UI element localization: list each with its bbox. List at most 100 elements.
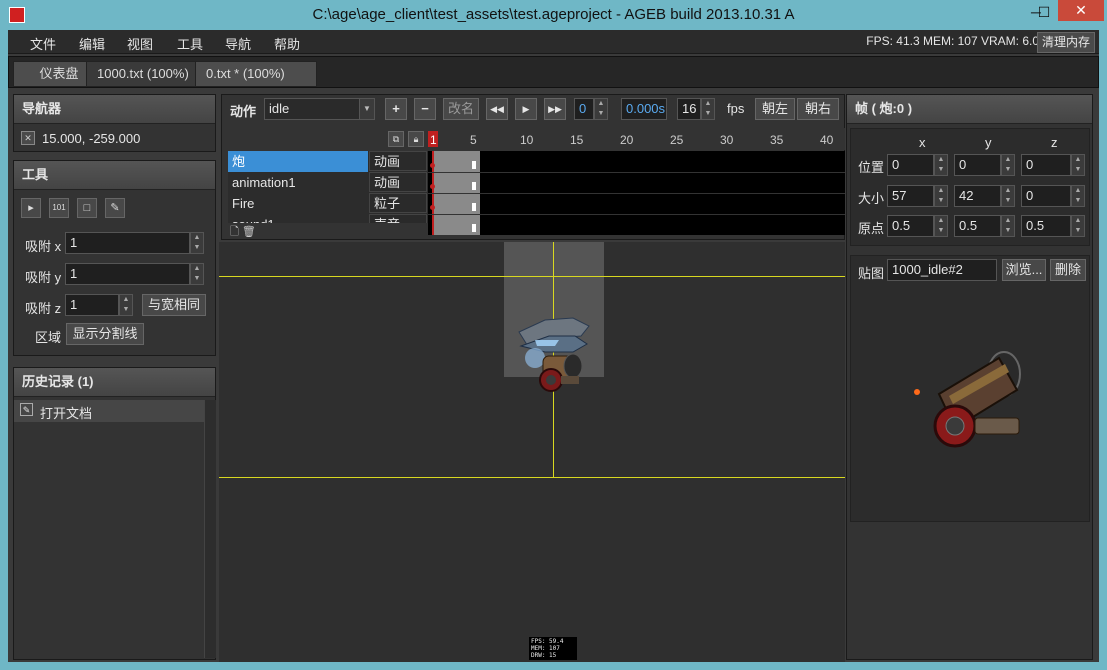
animation-select[interactable]: idle <box>264 98 360 120</box>
snap-y-stepper[interactable]: ▲ ▼ <box>190 263 204 285</box>
track-list: 炮 动画 animation1 动画 Fire 粒子 sound1 声音 <box>228 151 428 223</box>
snap-y-input[interactable]: 1 <box>65 263 190 285</box>
face-left-button[interactable]: 朝左 <box>755 98 795 120</box>
size-x-stepper[interactable]: ▲ ▼ <box>934 185 948 207</box>
position-label: 位置 <box>858 160 885 175</box>
list-item[interactable]: ✎ 打开文档 <box>14 400 204 422</box>
keyframe-area[interactable] <box>428 151 845 235</box>
size-z-input[interactable]: 0 <box>1021 185 1071 207</box>
rect-tool-icon[interactable]: □ <box>77 198 97 218</box>
origin-z-input[interactable]: 0.5 <box>1021 215 1071 237</box>
range-end[interactable] <box>472 161 476 169</box>
menu-tools[interactable]: 工具 <box>177 34 203 53</box>
copy-icon[interactable]: ⧉ <box>388 131 404 147</box>
grid-tool-icon[interactable]: 101 <box>49 198 69 218</box>
face-right-button[interactable]: 朝右 <box>797 98 839 120</box>
window-frame-bottom <box>0 662 1107 670</box>
range-end[interactable] <box>472 203 476 211</box>
snap-z-input[interactable]: 1 <box>65 294 119 316</box>
size-y-input[interactable]: 42 <box>954 185 1001 207</box>
transform-group: x y z 位置 0 ▲ ▼ 0 ▲ ▼ 0 ▲ ▼ 大小 57 ▲ ▼ 42 ▲ ▼ 0… <box>850 128 1090 246</box>
new-track-icon[interactable]: 🗋︎ <box>230 226 239 238</box>
origin-z-stepper[interactable]: ▲ ▼ <box>1071 215 1085 237</box>
navigator-coords: 15.000, -259.000 <box>42 131 141 146</box>
menu-view[interactable]: 视图 <box>127 34 153 53</box>
brush-tool-icon[interactable]: ✎ <box>105 198 125 218</box>
show-split-lines-button[interactable]: 显示分割线 <box>66 323 144 345</box>
history-title: 历史记录 (1) <box>14 368 215 397</box>
next-frame-icon[interactable]: ▶▶ <box>544 98 566 120</box>
remove-animation-button[interactable]: − <box>414 98 436 120</box>
track-type[interactable]: 动画 <box>369 172 427 192</box>
fps-stepper[interactable]: ▲ ▼ <box>701 98 715 120</box>
prev-frame-icon[interactable]: ◀◀ <box>486 98 508 120</box>
position-x-input[interactable]: 0 <box>887 154 934 176</box>
range-end[interactable] <box>472 182 476 190</box>
frame-stepper[interactable]: ▲ ▼ <box>594 98 608 120</box>
time-display: 0.000s <box>621 98 667 120</box>
position-x-stepper[interactable]: ▲ ▼ <box>934 154 948 176</box>
track-name[interactable]: sound1 <box>232 214 275 223</box>
track-row-selected[interactable] <box>228 151 368 172</box>
play-icon[interactable]: ▶ <box>515 98 537 120</box>
ruler-tick: 1 <box>430 133 437 147</box>
origin-x-stepper[interactable]: ▲ ▼ <box>934 215 948 237</box>
tab-0-txt[interactable]: 0.txt * (100%) <box>195 61 317 87</box>
crosshair-icon: ✕ <box>21 131 35 145</box>
menu-navigate[interactable]: 导航 <box>225 34 251 53</box>
frame-title: 帧 ( 炮:0 ) <box>847 95 1092 124</box>
position-y-input[interactable]: 0 <box>954 154 1001 176</box>
size-z-stepper[interactable]: ▲ ▼ <box>1071 185 1085 207</box>
track-name[interactable]: Fire <box>232 193 254 214</box>
region-label: 区域 <box>35 330 62 345</box>
snap-x-stepper[interactable]: ▲ ▼ <box>190 232 204 254</box>
select-tool-icon[interactable]: ▸ <box>21 198 41 218</box>
snap-z-stepper[interactable]: ▲ ▼ <box>119 294 133 316</box>
snap-y-label: 吸附 y <box>25 270 62 285</box>
position-z-input[interactable]: 0 <box>1021 154 1071 176</box>
rename-button[interactable]: 改名 <box>443 98 479 120</box>
position-y-stepper[interactable]: ▲ ▼ <box>1001 154 1015 176</box>
keyframe[interactable] <box>430 163 435 168</box>
clear-memory-button[interactable]: 清理内存 <box>1036 32 1095 53</box>
ruler-tick: 30 <box>720 133 734 147</box>
menu-help[interactable]: 帮助 <box>274 34 300 53</box>
size-x-input[interactable]: 57 <box>887 185 934 207</box>
close-button[interactable]: ✕ <box>1058 0 1104 21</box>
origin-y-input[interactable]: 0.5 <box>954 215 1001 237</box>
keyframe[interactable] <box>430 184 435 189</box>
track-type[interactable]: 粒子 <box>369 193 427 213</box>
cannon-sprite[interactable] <box>515 314 595 400</box>
delete-texture-button[interactable]: 删除 <box>1050 259 1086 281</box>
menu-edit[interactable]: 编辑 <box>79 34 105 53</box>
origin-label: 原点 <box>858 221 885 236</box>
track-name[interactable]: 炮 <box>232 151 245 172</box>
same-as-width-button[interactable]: 与宽相同 <box>142 294 206 316</box>
scene-viewport[interactable]: FPS: 59.4 MEM: 107 DRW: 15 <box>219 242 845 662</box>
chevron-down-icon[interactable]: ▼ <box>359 98 375 120</box>
maximize-button[interactable]: ☐ <box>1029 2 1059 22</box>
track-type[interactable]: 声音 <box>369 214 427 223</box>
history-scrollbar[interactable] <box>204 400 216 658</box>
keyframe[interactable] <box>430 205 435 210</box>
size-label: 大小 <box>858 191 885 206</box>
origin-y-stepper[interactable]: ▲ ▼ <box>1001 215 1015 237</box>
range-end[interactable] <box>472 224 476 232</box>
menu-file[interactable]: 文件 <box>30 34 56 53</box>
fps-input[interactable]: 16 <box>677 98 701 120</box>
texture-input[interactable]: 1000_idle#2 <box>887 259 997 281</box>
navigator-title: 导航器 <box>14 95 215 124</box>
track-type[interactable]: 动画 <box>369 151 427 171</box>
document-tabs: 仪表盘 1000.txt (100%) 0.txt * (100%) <box>8 56 1099 88</box>
size-y-stepper[interactable]: ▲ ▼ <box>1001 185 1015 207</box>
origin-x-input[interactable]: 0.5 <box>887 215 934 237</box>
position-z-stepper[interactable]: ▲ ▼ <box>1071 154 1085 176</box>
frame-input[interactable]: 0 <box>574 98 594 120</box>
track-name[interactable]: animation1 <box>232 172 296 193</box>
add-animation-button[interactable]: + <box>385 98 407 120</box>
browse-button[interactable]: 浏览... <box>1002 259 1046 281</box>
trash-icon[interactable]: 🗑︎ <box>242 226 256 238</box>
snap-x-input[interactable]: 1 <box>65 232 190 254</box>
history-panel: 历史记录 (1) ✎ 打开文档 <box>13 367 216 660</box>
lock-icon[interactable]: 🔒︎ <box>408 131 424 147</box>
